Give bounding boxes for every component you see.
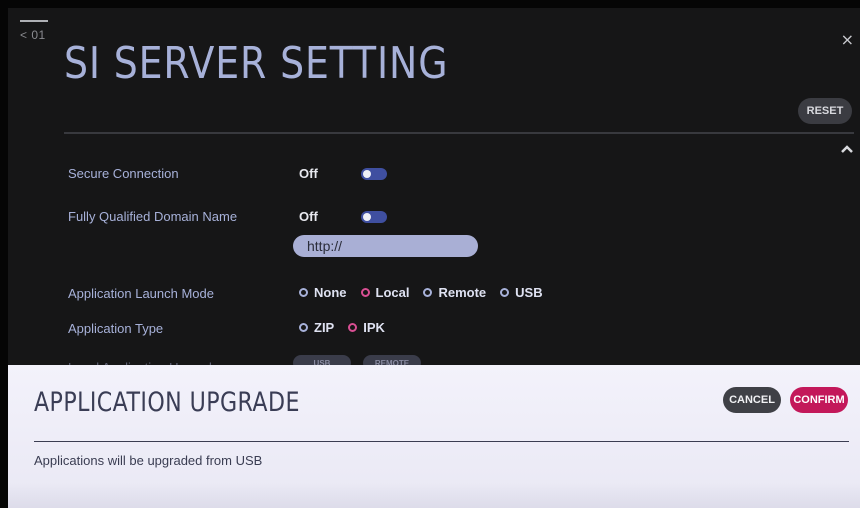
app-type-radio-group: ZIP IPK: [299, 320, 385, 335]
bezel-top: [0, 0, 860, 8]
dialog-title: APPLICATION UPGRADE: [34, 387, 300, 418]
dialog-message: Applications will be upgraded from USB: [34, 453, 263, 468]
launch-mode-radio-group: None Local Remote USB: [299, 285, 543, 300]
launch-mode-label: Application Launch Mode: [68, 286, 214, 301]
dialog-divider: [34, 441, 849, 442]
radio-dot: [423, 288, 433, 297]
radio-dot: [299, 288, 308, 297]
fqdn-toggle[interactable]: [361, 211, 387, 223]
dialog-bottom-fade: [8, 483, 860, 508]
radio-launch-local[interactable]: Local: [360, 285, 410, 300]
bezel-left: [0, 0, 8, 508]
secure-connection-toggle[interactable]: [361, 168, 387, 180]
confirm-button[interactable]: CONFIRM: [790, 387, 848, 413]
tv-screen: < 01 × SI SERVER SETTING RESET Secure Co…: [8, 8, 860, 508]
radio-label: Local: [375, 285, 410, 300]
app-type-label: Application Type: [68, 321, 164, 336]
radio-label: USB: [515, 285, 543, 300]
radio-launch-usb[interactable]: USB: [500, 285, 543, 300]
upgrade-dialog: APPLICATION UPGRADE CANCEL CONFIRM Appli…: [8, 365, 860, 508]
cancel-button[interactable]: CANCEL: [723, 387, 781, 413]
radio-dot: [360, 288, 370, 297]
fqdn-value: Off: [299, 209, 318, 224]
radio-type-zip[interactable]: ZIP: [299, 320, 334, 335]
radio-label: None: [314, 285, 347, 300]
radio-type-ipk[interactable]: IPK: [348, 320, 385, 335]
toggle-knob: [363, 213, 371, 221]
toggle-knob: [363, 170, 371, 178]
radio-launch-remote[interactable]: Remote: [423, 285, 486, 300]
radio-dot: [348, 323, 358, 332]
secure-connection-label: Secure Connection: [68, 166, 179, 181]
server-url-field[interactable]: http://: [293, 235, 478, 257]
radio-launch-none[interactable]: None: [299, 285, 347, 300]
radio-dot: [500, 288, 510, 297]
radio-label: Remote: [438, 285, 487, 300]
secure-connection-value: Off: [299, 166, 318, 181]
fqdn-label: Fully Qualified Domain Name: [68, 209, 238, 224]
radio-label: IPK: [363, 320, 385, 335]
radio-label: ZIP: [314, 320, 335, 335]
radio-dot: [299, 323, 308, 332]
